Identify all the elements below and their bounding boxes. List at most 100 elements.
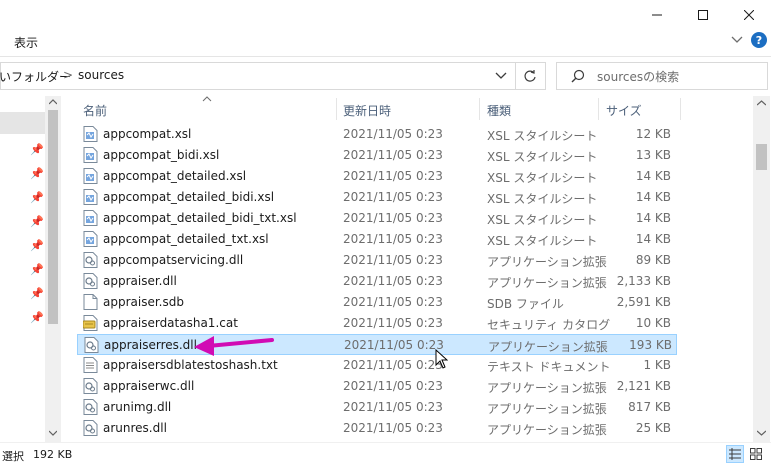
file-name: appraisersdblatestoshash.txt	[103, 358, 278, 372]
file-row[interactable]: appcompat.xsl 2021/11/05 0:23 XSL スタイルシート 1…	[77, 124, 677, 145]
file-size: 25 KB	[635, 421, 671, 435]
mouse-cursor-icon	[435, 349, 448, 369]
address-bar[interactable]: いフォルダー > sources	[0, 62, 516, 90]
pin-icon: 📌	[30, 239, 44, 252]
file-row[interactable]: arunres.dll 2021/11/05 0:23 アプリケーション拡張 25 K…	[77, 418, 677, 439]
file-row[interactable]: appcompat_detailed.xsl 2021/11/05 0:23 XSL…	[77, 166, 677, 187]
file-date: 2021/11/05 0:23	[343, 253, 443, 267]
search-placeholder: sourcesの検索	[597, 70, 680, 84]
details-view-icon	[729, 448, 741, 460]
file-type: XSL スタイルシート	[487, 150, 598, 164]
details-view-button[interactable]	[726, 445, 744, 463]
file-name: appraiser.sdb	[103, 295, 184, 309]
file-date: 2021/11/05 0:23	[343, 400, 443, 414]
file-size: 14 KB	[635, 211, 671, 225]
search-box[interactable]: sourcesの検索	[556, 62, 768, 90]
file-date: 2021/11/05 0:23	[343, 127, 443, 141]
dll-file-icon	[84, 337, 99, 353]
file-date: 2021/11/05 0:23	[343, 190, 443, 204]
help-icon[interactable]: ?	[751, 32, 767, 48]
file-row[interactable]: appraiserwc.dll 2021/11/05 0:23 アプリケーション拡張…	[77, 376, 677, 397]
file-row[interactable]: appraisersdblatestoshash.txt 2021/11/05 0…	[77, 355, 677, 376]
title-bar	[0, 0, 771, 30]
blank-file-icon	[83, 294, 98, 310]
breadcrumb-current[interactable]: sources	[78, 68, 124, 82]
file-size: 13 KB	[635, 148, 671, 162]
file-row[interactable]: appraiser.sdb 2021/11/05 0:23 SDB ファイル 2,59…	[77, 292, 677, 313]
ribbon-tab-view[interactable]: 表示	[14, 34, 38, 51]
column-header-name[interactable]: 名前	[77, 96, 337, 122]
dll-file-icon	[83, 273, 98, 289]
file-type: アプリケーション拡張	[487, 423, 607, 437]
file-size: 14 KB	[635, 190, 671, 204]
scroll-down-icon[interactable]	[49, 430, 57, 436]
column-header-type[interactable]: 種類	[480, 96, 598, 122]
file-row[interactable]: arunimg.dll 2021/11/05 0:23 アプリケーション拡張 817 …	[77, 397, 677, 418]
minimize-button[interactable]	[634, 0, 680, 30]
file-size: 14 KB	[635, 232, 671, 246]
address-dropdown-icon[interactable]	[495, 72, 507, 80]
file-row[interactable]: appcompatservicing.dll 2021/11/05 0:23 アプリ…	[77, 250, 677, 271]
file-name: appcompat_bidi.xsl	[103, 148, 220, 162]
breadcrumb-parent[interactable]: いフォルダー	[0, 68, 71, 85]
file-size: 10 KB	[635, 316, 671, 330]
txt-file-icon	[83, 357, 98, 373]
column-divider[interactable]	[680, 98, 681, 120]
column-header-size[interactable]: サイズ	[599, 96, 679, 122]
scroll-up-icon[interactable]	[49, 99, 57, 105]
breadcrumb-separator[interactable]: >	[63, 68, 73, 82]
scroll-up-icon[interactable]	[757, 100, 766, 106]
file-row[interactable]: appcompat_detailed_bidi.xsl 2021/11/05 0:…	[77, 187, 677, 208]
close-icon	[744, 10, 754, 20]
close-button[interactable]	[726, 0, 771, 30]
file-row[interactable]: appcompat_detailed_bidi_txt.xsl 2021/11/0…	[77, 208, 677, 229]
file-row[interactable]: appcompat_detailed_txt.xsl 2021/11/05 0:2…	[77, 229, 677, 250]
status-bar: 選択 192 KB	[0, 442, 771, 465]
scroll-down-icon[interactable]	[757, 430, 766, 436]
file-type: アプリケーション拡張	[488, 340, 608, 354]
chevron-down-icon[interactable]	[731, 36, 743, 44]
file-name: appcompat_detailed.xsl	[103, 169, 247, 183]
maximize-button[interactable]	[680, 0, 726, 30]
file-type: セキュリティ カタログ	[487, 318, 611, 332]
file-name: appcompat_detailed_bidi.xsl	[103, 190, 275, 204]
nav-selected-item[interactable]	[0, 112, 45, 134]
file-date: 2021/11/05 0:23	[343, 379, 443, 393]
scroll-thumb[interactable]	[756, 144, 767, 170]
file-date: 2021/11/05 0:23	[343, 421, 443, 435]
file-size: 2,591 KB	[616, 295, 671, 309]
file-date: 2021/11/05 0:23	[343, 316, 443, 330]
file-type: アプリケーション拡張	[487, 402, 607, 416]
cat-file-icon	[82, 315, 98, 331]
file-name: appraiser.dll	[103, 274, 177, 288]
file-name: appraiserres.dll	[104, 338, 197, 352]
file-list-scrollbar[interactable]	[753, 96, 770, 442]
large-icons-view-button[interactable]	[747, 445, 765, 463]
file-size: 2,133 KB	[616, 274, 671, 288]
pin-icon: 📌	[30, 143, 44, 156]
file-name: appraiserwc.dll	[103, 379, 195, 393]
refresh-button[interactable]	[514, 62, 546, 90]
file-name: appcompat_detailed_txt.xsl	[103, 232, 269, 246]
file-name: appcompatservicing.dll	[103, 253, 244, 267]
file-row[interactable]: appcompat_bidi.xsl 2021/11/05 0:23 XSL スタイ…	[77, 145, 677, 166]
file-size: 2,121 KB	[616, 379, 671, 393]
column-header-date[interactable]: 更新日時	[337, 96, 479, 122]
file-row[interactable]: appraiserdatasha1.cat 2021/11/05 0:23 セキュリ…	[77, 313, 677, 334]
file-size: 14 KB	[635, 169, 671, 183]
nav-scroll-thumb[interactable]	[48, 110, 58, 324]
file-date: 2021/11/05 0:23	[343, 295, 443, 309]
file-size: 89 KB	[635, 253, 671, 267]
dll-file-icon	[83, 378, 98, 394]
file-date: 2021/11/05 0:23	[343, 169, 443, 183]
annotation-arrow	[194, 336, 274, 356]
maximize-icon	[698, 10, 708, 20]
file-row[interactable]: appraiserres.dll 2021/11/05 0:23 アプリケーション拡…	[77, 334, 677, 355]
file-name: appraiserdatasha1.cat	[103, 316, 238, 330]
file-date: 2021/11/05 0:23	[343, 148, 443, 162]
file-date: 2021/11/05 0:23	[343, 211, 443, 225]
file-type: テキスト ドキュメント	[487, 360, 611, 374]
file-row[interactable]: appraiser.dll 2021/11/05 0:23 アプリケーション拡張 2,…	[77, 271, 677, 292]
xsl-file-icon	[83, 231, 98, 247]
file-size: 12 KB	[635, 127, 671, 141]
